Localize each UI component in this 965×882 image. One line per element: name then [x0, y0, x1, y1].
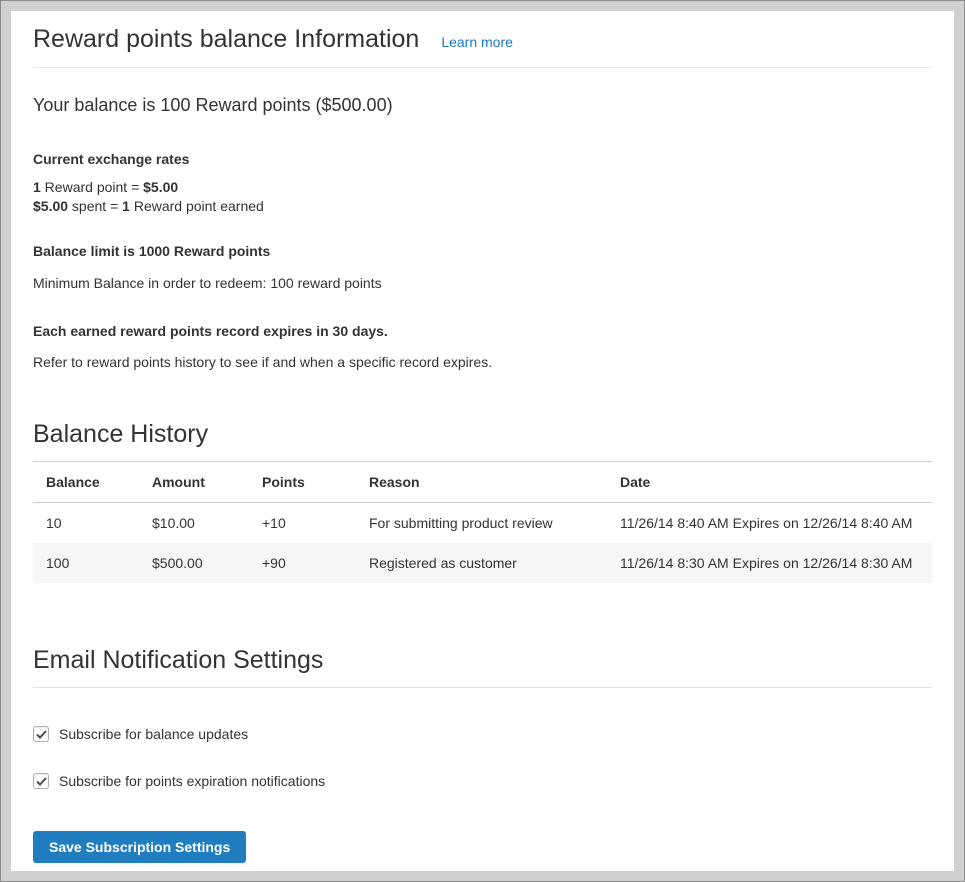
column-header-balance: Balance — [33, 462, 139, 503]
checkbox-label[interactable]: Subscribe for balance updates — [59, 726, 248, 742]
email-settings-heading: Email Notification Settings — [33, 646, 932, 688]
column-header-date: Date — [607, 462, 932, 503]
reward-points-panel: Reward points balance Information Learn … — [11, 11, 954, 871]
expiration-notifications-checkbox[interactable] — [33, 773, 49, 789]
exchange-rates-heading: Current exchange rates — [33, 151, 932, 167]
subscribe-expiration-notifications-row: Subscribe for points expiration notifica… — [33, 773, 932, 789]
exchange-rates: 1 Reward point = $5.00 $5.00 spent = 1 R… — [33, 178, 932, 216]
cell-amount: $10.00 — [139, 503, 249, 544]
balance-updates-checkbox[interactable] — [33, 726, 49, 742]
minimum-balance-text: Minimum Balance in order to redeem: 100 … — [33, 275, 932, 291]
table-row: 100 $500.00 +90 Registered as customer 1… — [33, 543, 932, 583]
page-header: Reward points balance Information Learn … — [33, 11, 932, 68]
column-header-points: Points — [249, 462, 356, 503]
cell-reason: For submitting product review — [356, 503, 607, 544]
expiry-note: Refer to reward points history to see if… — [33, 354, 932, 370]
cell-points: +90 — [249, 543, 356, 583]
cell-balance: 10 — [33, 503, 139, 544]
checkmark-icon — [36, 730, 47, 739]
balance-summary: Your balance is 100 Reward points ($500.… — [33, 95, 932, 116]
expiry-text: Each earned reward points record expires… — [33, 323, 932, 339]
table-header-row: Balance Amount Points Reason Date — [33, 462, 932, 503]
cell-date: 11/26/14 8:40 AM Expires on 12/26/14 8:4… — [607, 503, 932, 544]
exchange-rate-line-2: $5.00 spent = 1 Reward point earned — [33, 197, 932, 216]
column-header-amount: Amount — [139, 462, 249, 503]
balance-history-heading: Balance History — [33, 420, 932, 462]
subscribe-balance-updates-row: Subscribe for balance updates — [33, 726, 932, 742]
page-title: Reward points balance Information — [33, 25, 419, 54]
balance-history-table: Balance Amount Points Reason Date 10 $10… — [33, 462, 932, 583]
learn-more-link[interactable]: Learn more — [441, 34, 513, 50]
column-header-reason: Reason — [356, 462, 607, 503]
save-subscription-settings-button[interactable]: Save Subscription Settings — [33, 831, 246, 863]
checkbox-label[interactable]: Subscribe for points expiration notifica… — [59, 773, 325, 789]
exchange-rate-line-1: 1 Reward point = $5.00 — [33, 178, 932, 197]
table-row: 10 $10.00 +10 For submitting product rev… — [33, 503, 932, 544]
checkmark-icon — [36, 777, 47, 786]
cell-amount: $500.00 — [139, 543, 249, 583]
balance-limit-text: Balance limit is 1000 Reward points — [33, 243, 932, 259]
cell-reason: Registered as customer — [356, 543, 607, 583]
cell-balance: 100 — [33, 543, 139, 583]
cell-points: +10 — [249, 503, 356, 544]
cell-date: 11/26/14 8:30 AM Expires on 12/26/14 8:3… — [607, 543, 932, 583]
